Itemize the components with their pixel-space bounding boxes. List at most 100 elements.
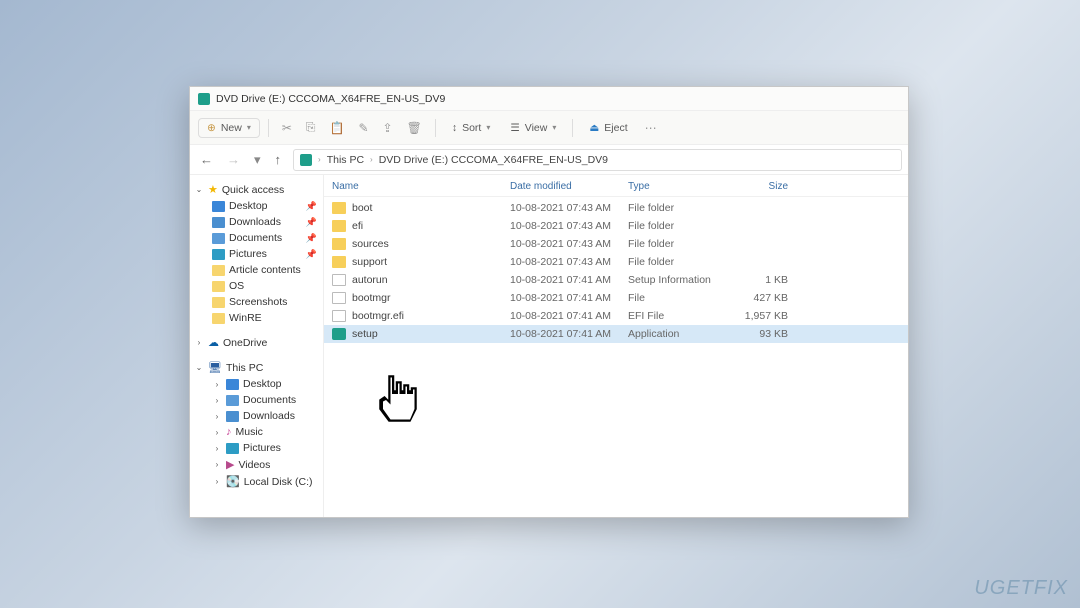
pin-icon: 📌 — [306, 249, 317, 260]
file-type: File folder — [628, 256, 728, 268]
sidebar-item-screenshots[interactable]: Screenshots — [190, 294, 323, 310]
column-headers[interactable]: Name Date modified Type Size — [324, 175, 908, 197]
file-icon — [332, 310, 346, 322]
chevron-down-icon: ▾ — [552, 123, 556, 132]
rename-icon[interactable]: ✎ — [353, 118, 373, 138]
sidebar-item-downloads[interactable]: Downloads📌 — [190, 214, 323, 230]
back-button[interactable]: ← — [196, 150, 217, 169]
breadcrumb[interactable]: › This PC › DVD Drive (E:) CCCOMA_X64FRE… — [293, 149, 902, 171]
sidebar-item-pictures2[interactable]: ›Pictures — [190, 440, 323, 456]
file-size: 1,957 KB — [728, 310, 788, 322]
delete-icon[interactable]: 🗑 — [402, 118, 427, 138]
titlebar[interactable]: DVD Drive (E:) CCCOMA_X64FRE_EN-US_DV9 — [190, 87, 908, 111]
file-name: boot — [352, 202, 372, 214]
downloads-icon — [212, 217, 225, 228]
breadcrumb-segment[interactable]: This PC — [323, 154, 368, 166]
file-row-bootmgr.efi[interactable]: bootmgr.efi10-08-2021 07:41 AMEFI File1,… — [324, 307, 908, 325]
pin-icon: 📌 — [306, 217, 317, 228]
file-row-boot[interactable]: boot 10-08-2021 07:43 AMFile folder — [324, 199, 908, 217]
share-icon[interactable]: ⇪ — [378, 118, 398, 138]
sidebar-item-pictures[interactable]: Pictures📌 — [190, 246, 323, 262]
file-row-sources[interactable]: sources10-08-2021 07:43 AMFile folder — [324, 235, 908, 253]
file-date: 10-08-2021 07:43 AM — [510, 220, 628, 232]
file-row-setup[interactable]: setup10-08-2021 07:41 AMApplication93 KB — [324, 325, 908, 343]
file-type: Setup Information — [628, 274, 728, 286]
desktop-icon — [212, 201, 225, 212]
chevron-down-icon: ▾ — [486, 123, 490, 132]
pin-icon: 📌 — [306, 201, 317, 212]
downloads-icon — [226, 411, 239, 422]
file-type: File folder — [628, 220, 728, 232]
file-row-bootmgr[interactable]: bootmgr10-08-2021 07:41 AMFile427 KB — [324, 289, 908, 307]
file-row-support[interactable]: support10-08-2021 07:43 AMFile folder — [324, 253, 908, 271]
eject-button[interactable]: ⏏ Eject — [581, 119, 635, 137]
content-pane: Name Date modified Type Size boot 10-08-2… — [324, 175, 908, 517]
file-row-efi[interactable]: efi10-08-2021 07:43 AMFile folder — [324, 217, 908, 235]
pc-icon: 🖥 — [208, 361, 222, 374]
file-type: File folder — [628, 202, 728, 214]
sidebar-item-article[interactable]: Article contents — [190, 262, 323, 278]
col-name[interactable]: Name — [332, 181, 510, 192]
sidebar-item-os[interactable]: OS — [190, 278, 323, 294]
pictures-icon — [226, 443, 239, 454]
drive-icon: 💽 — [226, 475, 240, 488]
col-size[interactable]: Size — [728, 181, 788, 192]
copy-icon[interactable]: ⎘ — [301, 117, 321, 138]
sidebar-item-quick-access[interactable]: ⌄★Quick access — [190, 181, 323, 198]
file-name: bootmgr.efi — [352, 310, 404, 322]
forward-button[interactable]: → — [223, 150, 244, 169]
cloud-icon: ☁ — [208, 336, 219, 349]
sidebar-item-thispc[interactable]: ⌄🖥This PC — [190, 359, 323, 376]
folder-icon — [332, 256, 346, 268]
sort-icon: ↕ — [452, 122, 457, 134]
file-name: autorun — [352, 274, 388, 286]
toolbar: ⊕ New ▾ ✂ ⎘ 📋 ✎ ⇪ 🗑 ↕ Sort ▾ ☰ View ▾ ⏏ … — [190, 111, 908, 145]
up-button[interactable]: ↑ — [271, 150, 286, 169]
file-type: Application — [628, 328, 728, 340]
window-title: DVD Drive (E:) CCCOMA_X64FRE_EN-US_DV9 — [216, 93, 445, 105]
history-dropdown[interactable]: ▾ — [250, 150, 265, 170]
sidebar-item-desktop2[interactable]: ›Desktop — [190, 376, 323, 392]
file-icon — [332, 292, 346, 304]
sidebar-item-music[interactable]: ›♪Music — [190, 424, 323, 440]
pictures-icon — [212, 249, 225, 260]
separator — [268, 119, 269, 137]
sidebar-item-winre[interactable]: WinRE — [190, 310, 323, 326]
file-date: 10-08-2021 07:43 AM — [510, 202, 628, 214]
sidebar-item-documents2[interactable]: ›Documents — [190, 392, 323, 408]
eject-icon: ⏏ — [589, 122, 599, 134]
file-type: File — [628, 292, 728, 304]
separator — [435, 119, 436, 137]
file-icon — [332, 274, 346, 286]
folder-icon — [332, 238, 346, 250]
paste-icon[interactable]: 📋 — [325, 118, 350, 138]
col-type[interactable]: Type — [628, 181, 728, 192]
video-icon: ▶ — [226, 458, 234, 471]
file-name: bootmgr — [352, 292, 391, 304]
documents-icon — [226, 395, 239, 406]
cut-icon[interactable]: ✂ — [277, 118, 297, 138]
sidebar-item-videos[interactable]: ›▶Videos — [190, 456, 323, 473]
desktop-icon — [226, 379, 239, 390]
folder-icon — [212, 297, 225, 308]
sidebar-item-documents[interactable]: Documents📌 — [190, 230, 323, 246]
file-name: sources — [352, 238, 389, 250]
address-bar: ← → ▾ ↑ › This PC › DVD Drive (E:) CCCOM… — [190, 145, 908, 175]
main-area: ⌄★Quick access Desktop📌 Downloads📌 Docum… — [190, 175, 908, 517]
sidebar-item-downloads2[interactable]: ›Downloads — [190, 408, 323, 424]
file-date: 10-08-2021 07:43 AM — [510, 256, 628, 268]
sidebar-item-onedrive[interactable]: ›☁OneDrive — [190, 334, 323, 351]
view-button[interactable]: ☰ View ▾ — [502, 119, 564, 137]
new-button[interactable]: ⊕ New ▾ — [198, 118, 260, 138]
sidebar-item-desktop[interactable]: Desktop📌 — [190, 198, 323, 214]
col-date[interactable]: Date modified — [510, 181, 628, 192]
file-row-autorun[interactable]: autorun10-08-2021 07:41 AMSetup Informat… — [324, 271, 908, 289]
sidebar-item-localdisk[interactable]: ›💽Local Disk (C:) — [190, 473, 323, 490]
sort-button[interactable]: ↕ Sort ▾ — [444, 119, 499, 137]
app-icon — [332, 328, 346, 340]
more-icon[interactable]: ⋯ — [640, 118, 662, 138]
file-date: 10-08-2021 07:43 AM — [510, 238, 628, 250]
file-type: EFI File — [628, 310, 728, 322]
breadcrumb-segment[interactable]: DVD Drive (E:) CCCOMA_X64FRE_EN-US_DV9 — [375, 154, 612, 166]
watermark: UGETFIX — [974, 577, 1068, 600]
